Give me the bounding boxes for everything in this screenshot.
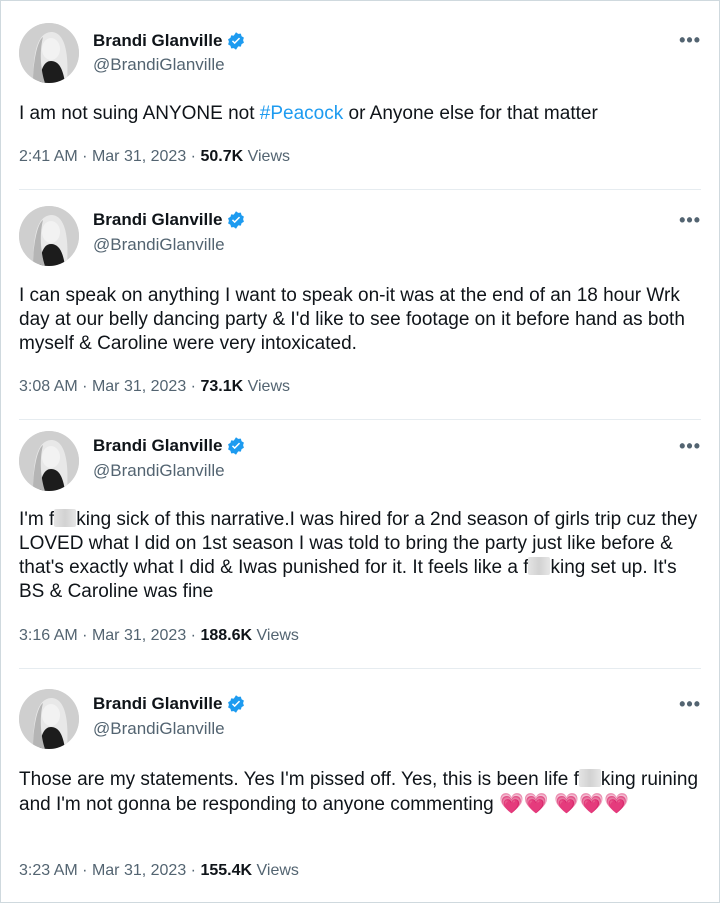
views-count[interactable]: 50.7K	[200, 148, 243, 165]
author-name[interactable]: Brandi Glanville	[93, 436, 222, 456]
tweet-4[interactable]: Brandi Glanville @BrandiGlanville ••• Th…	[1, 669, 719, 902]
views-count[interactable]: 73.1K	[200, 378, 243, 395]
views-label: Views	[247, 378, 290, 395]
censored-blur	[528, 557, 551, 575]
tweet-date[interactable]: Mar 31, 2023	[92, 862, 186, 879]
tweet-date[interactable]: Mar 31, 2023	[92, 378, 186, 395]
meta-separator: ·	[82, 148, 88, 165]
views-label: Views	[247, 148, 290, 165]
avatar[interactable]	[19, 689, 79, 749]
author-name-row: Brandi Glanville	[93, 210, 246, 230]
views-label: Views	[256, 862, 299, 879]
profile-photo-icon	[19, 689, 79, 749]
meta-separator: ·	[190, 378, 196, 395]
tweet-time[interactable]: 2:41 AM	[19, 148, 78, 165]
verified-badge-icon	[228, 32, 245, 50]
meta-separator: ·	[190, 627, 196, 644]
verified-badge-icon	[228, 695, 245, 713]
tweet-meta: 3:16 AM · Mar 31, 2023 · 188.6K Views	[19, 627, 299, 645]
author-name[interactable]: Brandi Glanville	[93, 210, 222, 230]
meta-separator: ·	[82, 862, 88, 879]
tweet-meta: 2:41 AM · Mar 31, 2023 · 50.7K Views	[19, 148, 290, 166]
heart-emoji-icon: 💗💗 💗💗💗	[499, 793, 630, 815]
tweet-meta: 3:23 AM · Mar 31, 2023 · 155.4K Views	[19, 862, 299, 880]
author-handle[interactable]: @BrandiGlanville	[93, 461, 225, 481]
tweet-time[interactable]: 3:23 AM	[19, 862, 78, 879]
more-options-icon[interactable]: •••	[679, 695, 701, 713]
more-options-icon[interactable]: •••	[679, 31, 701, 49]
tweet-text: I can speak on anything I want to speak …	[19, 285, 685, 354]
avatar[interactable]	[19, 23, 79, 83]
meta-separator: ·	[190, 148, 196, 165]
views-label: Views	[256, 627, 299, 644]
more-options-icon[interactable]: •••	[679, 437, 701, 455]
author-name[interactable]: Brandi Glanville	[93, 31, 222, 51]
meta-separator: ·	[82, 378, 88, 395]
author-name-row: Brandi Glanville	[93, 694, 246, 714]
hashtag-link[interactable]: #Peacock	[260, 103, 343, 124]
censored-blur	[578, 769, 601, 787]
views-count[interactable]: 155.4K	[200, 862, 252, 879]
views-count[interactable]: 188.6K	[200, 627, 252, 644]
tweet-date[interactable]: Mar 31, 2023	[92, 148, 186, 165]
tweet-text-part: I'm f	[19, 509, 55, 530]
author-name[interactable]: Brandi Glanville	[93, 694, 222, 714]
tweet-date[interactable]: Mar 31, 2023	[92, 627, 186, 644]
author-handle[interactable]: @BrandiGlanville	[93, 55, 225, 75]
profile-photo-icon	[19, 206, 79, 266]
more-options-icon[interactable]: •••	[679, 211, 701, 229]
avatar[interactable]	[19, 431, 79, 491]
author-name-row: Brandi Glanville	[93, 31, 246, 51]
tweet-time[interactable]: 3:16 AM	[19, 627, 78, 644]
tweet-text: Those are my statements. Yes I'm pissed …	[19, 768, 701, 817]
tweet-3[interactable]: Brandi Glanville @BrandiGlanville ••• I'…	[1, 420, 719, 668]
tweet-text-part: or Anyone else for that matter	[343, 103, 598, 124]
tweet-time[interactable]: 3:08 AM	[19, 378, 78, 395]
profile-photo-icon	[19, 23, 79, 83]
author-handle[interactable]: @BrandiGlanville	[93, 719, 225, 739]
tweet-text-part: I am not suing ANYONE not	[19, 103, 260, 124]
tweet-2[interactable]: Brandi Glanville @BrandiGlanville ••• I …	[1, 190, 719, 419]
tweet-text: I am not suing ANYONE not #Peacock or An…	[19, 102, 701, 126]
meta-separator: ·	[190, 862, 196, 879]
tweet-1[interactable]: Brandi Glanville @BrandiGlanville ••• I …	[1, 1, 719, 189]
verified-badge-icon	[228, 437, 245, 455]
profile-photo-icon	[19, 431, 79, 491]
tweet-text-part: Those are my statements. Yes I'm pissed …	[19, 769, 579, 790]
tweet-meta: 3:08 AM · Mar 31, 2023 · 73.1K Views	[19, 378, 290, 396]
tweet-thread: Brandi Glanville @BrandiGlanville ••• I …	[0, 0, 720, 903]
verified-badge-icon	[228, 211, 245, 229]
censored-blur	[54, 509, 77, 527]
author-handle[interactable]: @BrandiGlanville	[93, 235, 225, 255]
meta-separator: ·	[82, 627, 88, 644]
author-name-row: Brandi Glanville	[93, 436, 246, 456]
avatar[interactable]	[19, 206, 79, 266]
tweet-text: I'm f king sick of this narrative.I was h…	[19, 508, 701, 604]
